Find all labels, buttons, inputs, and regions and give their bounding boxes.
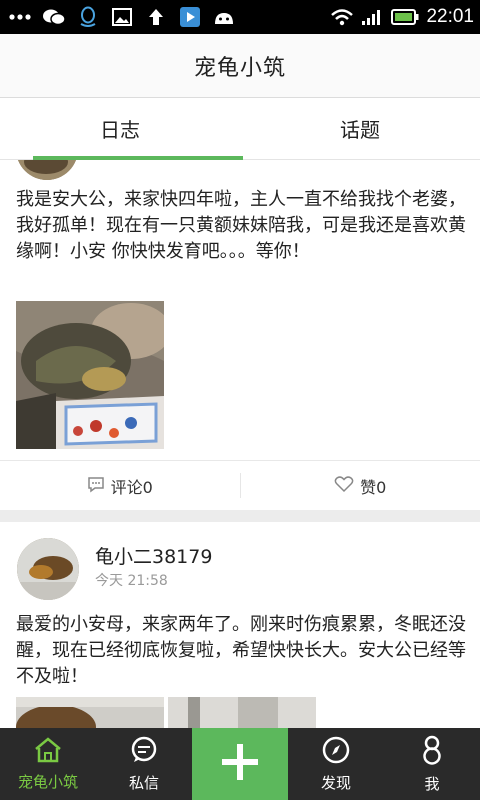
nav-home-label: 宠龟小筑 [17, 772, 78, 791]
avatar[interactable] [17, 538, 79, 600]
post-card: 我是安大公，来家快四年啦，主人一直不给我找个老婆，我好孤单！现在有一只黄额妹妹陪… [0, 160, 480, 510]
wechat-icon [42, 6, 66, 28]
signal-icon [360, 6, 384, 28]
comment-icon [87, 475, 105, 497]
app-header: 宠龟小筑 [0, 34, 480, 98]
post-feed[interactable]: 我是安大公，来家快四年啦，主人一直不给我找个老婆，我好孤单！现在有一只黄额妹妹陪… [0, 160, 480, 728]
page-title: 宠龟小筑 [193, 55, 286, 81]
wifi-icon [330, 6, 354, 28]
nav-discover[interactable]: 发现 [288, 728, 384, 800]
tab-diary[interactable]: 日志 [0, 98, 240, 159]
play-store-icon [178, 6, 202, 28]
post-timestamp: 今天 21:58 [95, 573, 168, 589]
post-text: 最爱的小安母，来家两年了。刚来时伤痕累累，冬眠还没醒，现在已经彻底恢复啦，希望快… [16, 614, 466, 687]
tab-bar: 日志 话题 [0, 98, 480, 160]
post-text: 我是安大公，来家快四年啦，主人一直不给我找个老婆，我好孤单！现在有一只黄额妹妹陪… [16, 189, 466, 262]
chat-icon [129, 736, 159, 768]
tab-diary-label: 日志 [100, 118, 140, 142]
nav-home[interactable]: 宠龟小筑 [0, 728, 96, 800]
image-icon [110, 6, 134, 28]
post-photo[interactable] [16, 301, 164, 449]
plus-icon [220, 742, 260, 786]
post-photo[interactable] [16, 697, 164, 728]
nav-messages-label: 私信 [128, 773, 159, 792]
qq-icon [76, 6, 100, 28]
comment-count: 评论0 [110, 477, 153, 497]
like-count: 赞0 [360, 477, 387, 497]
tab-topics-label: 话题 [340, 118, 380, 142]
person-icon [420, 735, 444, 769]
like-button[interactable]: 赞0 [241, 461, 480, 510]
add-post-button[interactable] [192, 728, 288, 800]
comment-button[interactable]: 评论0 [0, 461, 240, 510]
status-bar: 22:01 [0, 0, 480, 34]
home-icon [33, 736, 63, 767]
post-photo[interactable] [168, 697, 316, 728]
post-username[interactable]: 龟小二38179 [95, 542, 212, 569]
post-actions: 评论0 赞0 [0, 460, 480, 510]
battery-icon [390, 6, 420, 28]
nav-discover-label: 发现 [320, 773, 351, 792]
clock: 22:01 [426, 6, 474, 27]
nav-messages[interactable]: 私信 [96, 728, 192, 800]
bottom-navigation: 宠龟小筑 私信 发现 我 [0, 728, 480, 800]
more-dots-icon [8, 6, 32, 28]
upload-arrow-icon [144, 6, 168, 28]
avatar[interactable] [16, 160, 78, 180]
compass-icon [321, 736, 351, 768]
nav-me-label: 我 [424, 774, 440, 793]
post-card: 龟小二38179 今天 21:58 最爱的小安母，来家两年了。刚来时伤痕累累，冬… [0, 522, 480, 728]
tab-topics[interactable]: 话题 [240, 98, 480, 159]
android-icon [212, 6, 236, 28]
nav-me[interactable]: 我 [384, 728, 480, 800]
heart-icon [334, 475, 354, 497]
